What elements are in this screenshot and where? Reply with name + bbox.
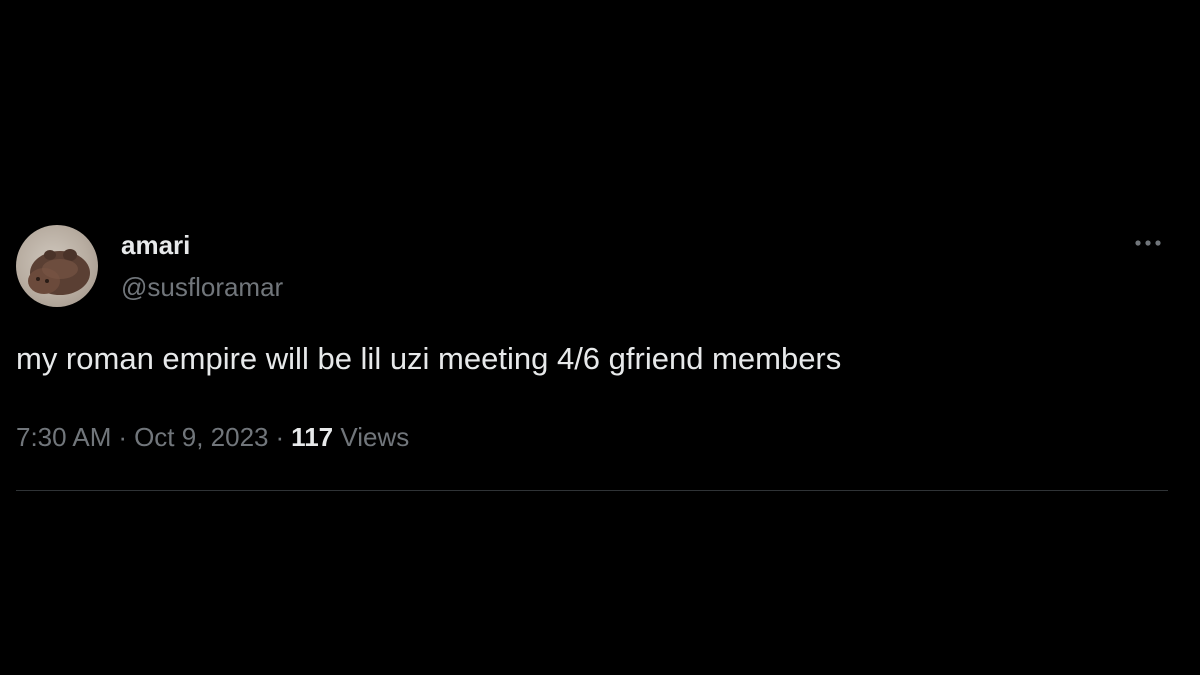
more-horizontal-icon — [1135, 240, 1161, 246]
more-options-button[interactable] — [1128, 228, 1168, 258]
user-handle[interactable]: @susfloramar — [121, 272, 283, 302]
avatar[interactable] — [16, 225, 98, 307]
tweet-card: amari @susfloramar my roman empire will … — [0, 0, 1200, 675]
tweet-text: my roman empire will be lil uzi meeting … — [16, 341, 842, 376]
tweet-date[interactable]: Oct 9, 2023 — [134, 422, 268, 452]
views-label[interactable]: Views — [340, 422, 409, 452]
views-count[interactable]: 117 — [291, 422, 333, 452]
divider — [16, 490, 1168, 491]
display-name[interactable]: amari — [121, 230, 190, 260]
tweet-time[interactable]: 7:30 AM — [16, 422, 111, 452]
separator-dot: · — [275, 422, 285, 452]
separator-dot: · — [118, 422, 128, 452]
tweet-metadata: 7:30 AM · Oct 9, 2023 · 117 Views — [16, 421, 409, 453]
hippo-figurine-icon — [28, 249, 90, 295]
